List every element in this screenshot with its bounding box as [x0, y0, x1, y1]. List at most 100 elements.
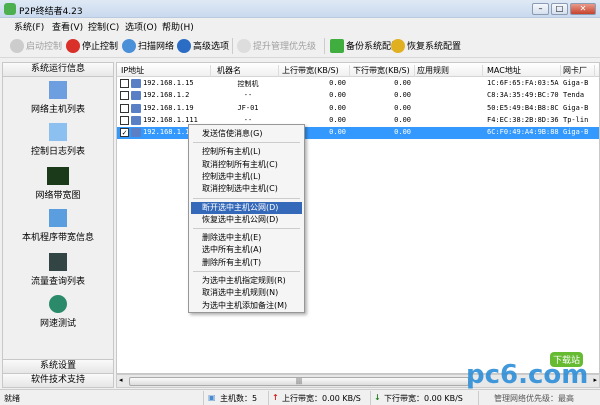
col-mac[interactable]: MAC地址	[487, 65, 561, 77]
priority-label: 提升管理优先级	[253, 42, 317, 52]
cell-down: 0.00	[394, 115, 411, 124]
status-divider	[203, 391, 204, 405]
col-down[interactable]: 下行带宽(KB/S)	[353, 65, 415, 77]
context-menu-item[interactable]: 取消选中主机规则(N)	[191, 287, 302, 299]
context-menu-item[interactable]: 发送信使消息(G)	[191, 128, 302, 140]
computer-icon	[131, 115, 141, 125]
context-menu-item[interactable]: 选中所有主机(A)	[191, 244, 302, 256]
context-menu-item[interactable]: 为选中主机添加备注(M)	[191, 300, 302, 312]
cell-up: 0.00	[329, 91, 346, 100]
scan-network-button[interactable]: 扫描网络	[122, 37, 174, 54]
minimize-button[interactable]: –	[532, 3, 549, 15]
menu-system[interactable]: 系统(F)	[14, 20, 44, 33]
menu-separator	[193, 271, 300, 272]
context-menu-item[interactable]: 取消控制所有主机(C)	[191, 159, 302, 171]
scroll-right-icon[interactable]: ▸	[593, 376, 597, 384]
menu-bar: 系统(F) 查看(V) 控制(C) 选项(O) 帮助(H)	[0, 18, 600, 33]
sidebar-item-control-log[interactable]: 控制日志列表	[3, 123, 113, 157]
window-title: P2P终结者4.23	[19, 7, 83, 17]
cell-nic: Tenda	[563, 91, 585, 100]
sidebar-item-traffic-query[interactable]: 流量查询列表	[3, 253, 113, 287]
menu-control[interactable]: 控制(C)	[88, 20, 119, 33]
raise-priority-button[interactable]: 提升管理优先级	[237, 37, 316, 54]
status-up: 上行带宽：0.00 KB/S	[282, 394, 361, 403]
context-menu-item[interactable]: 删除所有主机(T)	[191, 257, 302, 269]
cell-nic: Giga-B	[563, 103, 589, 112]
row-checkbox[interactable]: ✓	[120, 128, 129, 138]
sidebar: 系统运行信息 网络主机列表 控制日志列表 网络带宽图 本机程序带宽信息 流量查询…	[2, 62, 114, 388]
shield-icon	[237, 38, 251, 53]
backup-config-button[interactable]: 备份系统配置	[330, 37, 400, 54]
menu-help[interactable]: 帮助(H)	[162, 20, 194, 33]
context-menu-item[interactable]: 删除选中主机(E)	[191, 232, 302, 244]
magnifier-icon	[122, 38, 136, 53]
col-ip[interactable]: IP地址	[121, 65, 211, 77]
start-icon	[10, 38, 24, 53]
context-menu-item[interactable]: 取消控制选中主机(C)	[191, 183, 302, 195]
cell-nic: Tp-lin	[563, 115, 589, 124]
restore-config-button[interactable]: 恢复系统配置	[391, 37, 461, 54]
hosts-icon: ▣	[208, 393, 216, 402]
cell-up: 0.00	[329, 103, 346, 112]
scroll-left-icon[interactable]: ◂	[119, 376, 123, 384]
cell-up: 0.00	[329, 79, 346, 87]
cell-down: 0.00	[394, 128, 411, 137]
context-menu-item[interactable]: 控制所有主机(L)	[191, 146, 302, 158]
up-arrow-icon: ↑	[272, 393, 279, 402]
col-nic[interactable]: 网卡厂	[563, 65, 595, 77]
context-menu-item[interactable]: 断开选中主机公网(D)	[191, 201, 302, 214]
context-menu-item[interactable]: 恢复选中主机公网(D)	[191, 214, 302, 226]
menu-separator	[193, 197, 300, 199]
toolbar-divider	[324, 38, 325, 54]
start-control-button[interactable]: 启动控制	[10, 37, 62, 54]
context-menu-item[interactable]: 为选中主机指定规则(R)	[191, 275, 302, 287]
sidebar-header[interactable]: 系统运行信息	[3, 63, 113, 77]
table-row[interactable]: 192.168.1.15 控制机 0.00 0.00 1C:6F:65:FA:0…	[117, 78, 599, 90]
status-divider	[268, 391, 269, 405]
status-down: 下行带宽：0.00 KB/S	[384, 394, 463, 403]
title-bar: P2P终结者4.23 – □ ✕	[0, 0, 600, 18]
scroll-thumb[interactable]: |||	[129, 377, 469, 386]
sidebar-label: 网络带宽图	[35, 191, 81, 201]
close-button[interactable]: ✕	[570, 3, 596, 15]
cell-name: 控制机	[237, 80, 259, 88]
col-name[interactable]: 机器名	[217, 65, 279, 77]
chart-icon	[47, 167, 69, 185]
context-menu-item[interactable]: 控制选中主机(L)	[191, 171, 302, 183]
status-bar: 就绪 ▣ 主机数：5 ↑ 上行带宽：0.00 KB/S ↓ 下行带宽：0.00 …	[0, 389, 600, 405]
system-settings-button[interactable]: 系统设置	[3, 359, 113, 373]
sidebar-item-host-list[interactable]: 网络主机列表	[3, 81, 113, 115]
cell-up: 0.00	[329, 115, 346, 124]
row-checkbox[interactable]	[120, 115, 129, 125]
cell-ip: 192.168.1.111	[143, 115, 198, 124]
sidebar-item-bandwidth-chart[interactable]: 网络带宽图	[3, 167, 113, 201]
col-up[interactable]: 上行带宽(KB/S)	[282, 65, 350, 77]
app-logo-icon	[4, 3, 16, 15]
cell-down: 0.00	[394, 103, 411, 112]
status-divider	[370, 391, 371, 405]
computer-icon	[131, 91, 141, 101]
row-checkbox[interactable]	[120, 79, 129, 88]
menu-options[interactable]: 选项(O)	[125, 20, 157, 33]
table-row[interactable]: 192.168.1.2 -- 0.00 0.00 C8:3A:35:49:BC:…	[117, 90, 599, 102]
table-row[interactable]: 192.168.1.19 JF-01 0.00 0.00 50:E5:49:B4…	[117, 103, 599, 115]
globe-icon	[177, 38, 191, 53]
sidebar-item-program-bandwidth[interactable]: 本机程序带宽信息	[3, 209, 113, 243]
status-ready: 就绪	[4, 394, 20, 403]
sidebar-item-speed-test[interactable]: 网速测试	[3, 295, 113, 329]
row-checkbox[interactable]	[120, 91, 129, 101]
restore-label: 恢复系统配置	[407, 42, 462, 52]
maximize-button[interactable]: □	[551, 3, 568, 15]
row-checkbox[interactable]	[120, 103, 129, 113]
status-divider	[478, 391, 479, 405]
sidebar-label: 控制日志列表	[30, 147, 85, 157]
status-priority: 管理网络优先级：最高	[494, 394, 574, 403]
advanced-options-button[interactable]: 高级选项	[177, 37, 229, 54]
tech-support-button[interactable]: 软件技术支持	[3, 373, 113, 387]
sidebar-label: 网络主机列表	[30, 105, 85, 115]
cell-mac: 50:E5:49:B4:B8:8C	[487, 103, 559, 112]
computer-icon	[49, 81, 67, 99]
col-rule[interactable]: 应用规则	[417, 65, 483, 77]
menu-view[interactable]: 查看(V)	[52, 20, 83, 33]
stop-control-button[interactable]: 停止控制	[66, 37, 118, 54]
